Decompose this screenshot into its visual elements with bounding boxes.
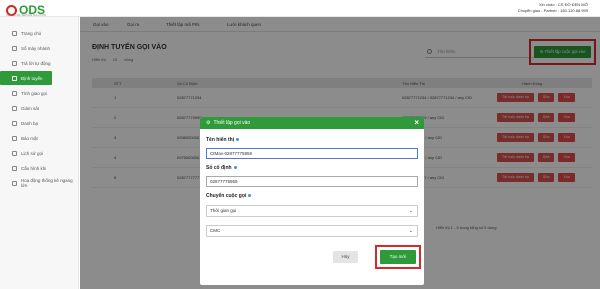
sidebar-item-routing[interactable]: Định tuyến (0, 71, 52, 85)
modal-title: Thiết lập gọi vào (213, 120, 251, 126)
sidebar-item-call-history[interactable]: Lịch sử gọi (0, 146, 78, 160)
cancel-button[interactable]: Hủy (333, 251, 358, 263)
info-icon (233, 166, 237, 169)
sidebar-item-home[interactable]: Trang chủ (0, 26, 78, 40)
lock-icon (12, 135, 17, 141)
history-icon (12, 150, 17, 156)
sidebar-item-contacts[interactable]: Danh bạ (0, 116, 78, 130)
home-icon (12, 30, 17, 36)
route-icon (12, 75, 17, 81)
transfer-label-text: Chuyển cuộc gọi (206, 193, 247, 199)
sidebar-item-auto-reply[interactable]: Trả lời tự động (0, 56, 78, 70)
contacts-icon (12, 120, 17, 126)
sidebar-item-label: Giám sát (21, 105, 40, 111)
transfer-type-select[interactable]: Thời gian gọi ⌄ (206, 205, 418, 217)
stats-icon (12, 180, 17, 186)
chevron-down-icon: ⌄ (408, 228, 413, 234)
sidebar-item-label: Báo mật (21, 135, 38, 141)
user-info[interactable]: Xin chào : CS ĐỒ ĐEN MỞ Chuyển giao - Pa… (518, 2, 588, 14)
transfer-label: Chuyển cuộc gọi (206, 193, 252, 199)
gear-icon: ⚙ (206, 120, 211, 126)
display-name-field[interactable]: CtMax-02877775959 (206, 148, 418, 159)
sidebar-item-call-time[interactable]: Tình giao gọi (0, 86, 78, 100)
monitor-icon (12, 105, 17, 111)
settings-icon (12, 165, 17, 171)
sidebar: Trang chủ Số máy nhánh Trả lời tự động Đ… (0, 17, 79, 289)
sidebar-item-label: Định tuyến (21, 75, 43, 81)
display-name-label: Tên hiển thị (206, 137, 240, 143)
create-button-highlight: Tạo mới (375, 245, 421, 269)
sidebar-item-label: Danh bạ (21, 120, 39, 126)
create-button[interactable]: Tạo mới (380, 250, 416, 264)
transfer-target-select[interactable]: CMC ⌄ (206, 225, 418, 237)
sidebar-item-label: Tình giao gọi (21, 90, 48, 96)
sidebar-item-extensions[interactable]: Số máy nhánh (0, 41, 78, 55)
sidebar-item-security[interactable]: Báo mật (0, 131, 78, 145)
info-icon (248, 194, 252, 197)
sidebar-item-label: Số máy nhánh (21, 45, 51, 51)
info-icon (236, 138, 240, 141)
transfer-type-value: Thời gian gọi (210, 208, 237, 213)
display-name-label-text: Tên hiển thị (206, 137, 235, 143)
close-icon[interactable]: × (414, 118, 419, 127)
fixed-number-label: Số cố định (206, 165, 237, 171)
sidebar-item-monitor[interactable]: Giám sát (0, 101, 78, 115)
incoming-call-modal: ⚙ Thiết lập gọi vào × Tên hiển thị CtMax… (200, 117, 424, 285)
sidebar-item-label: Cấu hình khi (21, 165, 47, 171)
sidebar-item-label: Trang chủ (21, 30, 42, 36)
sidebar-item-label: Trả lời tự động (21, 60, 51, 66)
sidebar-item-config[interactable]: Cấu hình khi (0, 161, 78, 175)
sidebar-item-label: Hoạ động thống kê ngang lớn (20, 178, 73, 188)
sidebar-item-stats[interactable]: Hoạ động thống kê ngang lớn (0, 176, 78, 190)
reply-icon (12, 60, 17, 66)
clock-icon (12, 90, 17, 96)
fixed-number-field[interactable]: 02877775959 (206, 176, 418, 187)
fixed-number-label-text: Số cố định (206, 165, 232, 171)
user-partner: Chuyển giao - Partner : 180.120.88.999 (517, 8, 588, 13)
chevron-down-icon: ⌄ (408, 208, 413, 214)
modal-header: ⚙ Thiết lập gọi vào × (200, 117, 424, 129)
top-bar: ODS ODIN TOTAL SERVICE SOLUTION Xin chào… (0, 0, 600, 17)
sidebar-item-label: Lịch sử gọi (21, 150, 44, 156)
phone-icon (12, 45, 17, 51)
transfer-target-value: CMC (210, 228, 221, 233)
